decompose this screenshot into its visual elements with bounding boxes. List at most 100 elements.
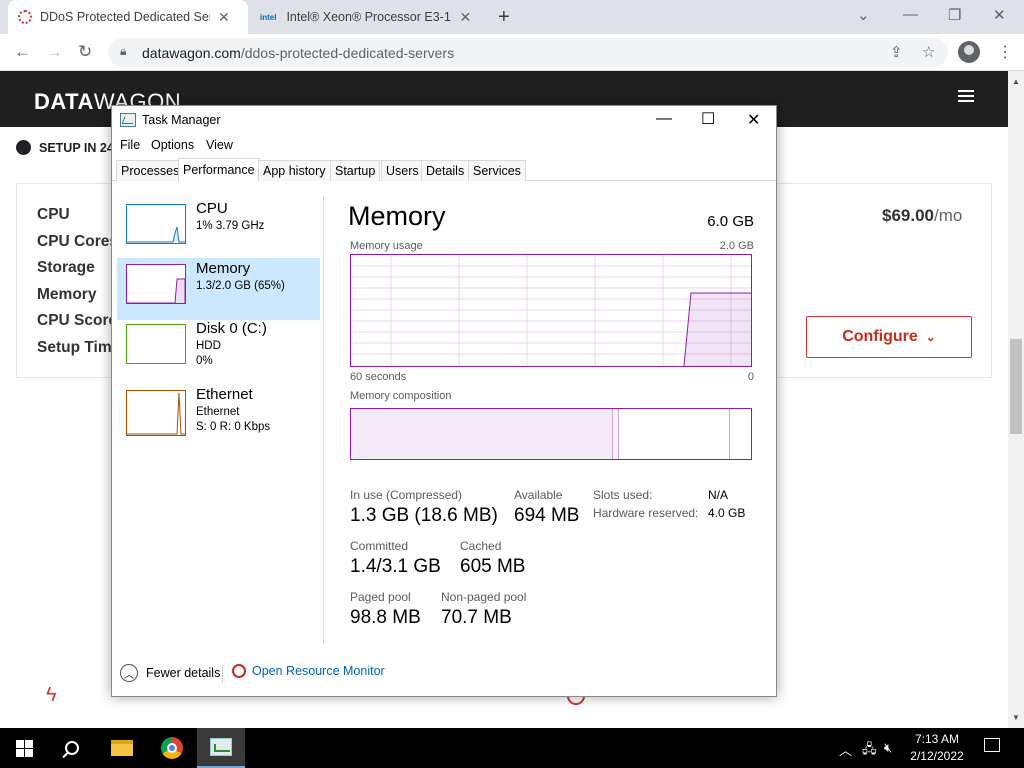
- network-icon[interactable]: 🖧: [862, 740, 877, 762]
- scrollbar-thumb[interactable]: [1010, 339, 1022, 434]
- panel-title: Memory: [348, 201, 446, 231]
- hamburger-menu-icon[interactable]: [958, 90, 974, 102]
- usage-graph-label: Memory usage: [350, 240, 423, 252]
- maximize-icon[interactable]: ☐: [701, 109, 715, 129]
- clock-icon: [16, 140, 31, 155]
- stat-committed: Committed 1.4/3.1 GB: [350, 539, 441, 577]
- configure-button[interactable]: Configure ⌄: [806, 316, 972, 358]
- resource-cpu[interactable]: CPU 1% 3.79 GHz: [117, 198, 320, 260]
- address-bar[interactable]: 🔒︎ datawagon.com/ddos-protected-dedicate…: [108, 38, 948, 67]
- file-explorer-button[interactable]: [98, 728, 146, 768]
- resource-name: Disk 0 (C:): [196, 320, 267, 337]
- address-toolbar: ← → ↻ 🔒︎ datawagon.com/ddos-protected-de…: [0, 34, 1024, 71]
- cpu-mini-graph-line: [127, 226, 185, 243]
- scroll-down-arrow-icon[interactable]: ▼: [1012, 713, 1020, 722]
- chevron-up-icon: ︿: [120, 664, 138, 682]
- close-window-button[interactable]: ✕: [993, 6, 1006, 24]
- scroll-up-arrow-icon[interactable]: ▲: [1012, 77, 1020, 86]
- resource-detail: HDD: [196, 340, 221, 352]
- show-hidden-icons-chevron-icon[interactable]: ︿: [839, 740, 852, 759]
- tab-search-button[interactable]: ⌄: [857, 6, 870, 24]
- tab-users[interactable]: Users: [381, 160, 424, 181]
- system-clock[interactable]: 7:13 AM 2/12/2022: [904, 731, 970, 765]
- stat-cached: Cached 605 MB: [460, 539, 526, 577]
- windows-taskbar: ︿ 🖧 🔇︎ 7:13 AM 2/12/2022: [0, 728, 1024, 768]
- forward-arrow-icon[interactable]: →: [46, 42, 63, 62]
- browser-tab-datawagon[interactable]: DDoS Protected Dedicated Serve ✕: [8, 0, 248, 34]
- spec-list: CPU CPU Cores Storage Memory CPU Score S…: [37, 206, 120, 366]
- usage-graph-max: 2.0 GB: [719, 240, 754, 252]
- clock-date: 2/12/2022: [910, 749, 964, 763]
- resource-detail: 1.3/2.0 GB (65%): [196, 280, 285, 292]
- tab-startup[interactable]: Startup: [330, 160, 381, 181]
- resource-name: Memory: [196, 260, 251, 277]
- memory-mini-graph-line: [127, 278, 186, 304]
- spec-label: CPU Score: [37, 312, 118, 330]
- time-axis-left: 60 seconds: [350, 371, 407, 383]
- datawagon-favicon-icon: [18, 10, 32, 24]
- restore-window-button[interactable]: ❐: [948, 6, 961, 24]
- tab-details[interactable]: Details: [421, 160, 470, 181]
- spec-label: CPU Cores: [37, 232, 118, 250]
- menu-view[interactable]: View: [206, 138, 233, 152]
- tab-title: Intel® Xeon® Processor E3-127(: [286, 10, 452, 24]
- close-icon[interactable]: ✕: [747, 110, 760, 130]
- share-icon[interactable]: ⇪: [890, 43, 903, 61]
- ethernet-mini-graph: [126, 390, 186, 436]
- menu-options[interactable]: Options: [151, 138, 194, 152]
- reload-icon[interactable]: ↻: [78, 42, 92, 62]
- bookmark-star-icon[interactable]: ☆: [922, 43, 935, 61]
- memory-usage-graph: [350, 254, 752, 367]
- task-manager-footer: ︿ Fewer details Open Resource Monitor: [112, 661, 776, 693]
- chrome-icon: [161, 737, 183, 759]
- minimize-icon[interactable]: —: [656, 110, 672, 128]
- task-manager-icon: [210, 738, 232, 756]
- volume-muted-icon[interactable]: 🔇︎: [884, 740, 892, 756]
- browser-tab-strip: DDoS Protected Dedicated Serve ✕ intel I…: [0, 0, 1024, 34]
- memory-detail-panel: Memory 6.0 GB Memory usage 2.0 GB 60 sec…: [348, 196, 754, 644]
- chrome-menu-icon[interactable]: ⋮: [997, 42, 1013, 62]
- modified-segment: [613, 409, 619, 459]
- close-tab-icon[interactable]: ✕: [459, 9, 471, 26]
- notification-center-icon[interactable]: [984, 738, 1000, 752]
- open-resource-monitor-link[interactable]: Open Resource Monitor: [232, 664, 385, 678]
- resource-detail: 0%: [196, 355, 213, 367]
- resource-detail: 1% 3.79 GHz: [196, 220, 265, 232]
- resource-ethernet[interactable]: Ethernet Ethernet S: 0 R: 0 Kbps: [117, 384, 320, 446]
- tab-services[interactable]: Services: [468, 160, 526, 181]
- url-text: datawagon.com/ddos-protected-dedicated-s…: [142, 45, 455, 61]
- resource-disk[interactable]: Disk 0 (C:) HDD 0%: [117, 318, 320, 380]
- tab-processes[interactable]: Processes: [116, 160, 185, 181]
- close-tab-icon[interactable]: ✕: [218, 9, 230, 26]
- fewer-details-button[interactable]: ︿ Fewer details: [120, 664, 220, 682]
- task-manager-taskbar-button[interactable]: [197, 728, 245, 768]
- new-tab-button[interactable]: +: [498, 6, 510, 29]
- memory-total: 6.0 GB: [707, 213, 754, 230]
- browser-tab-intel[interactable]: intel Intel® Xeon® Processor E3-127( ✕: [250, 0, 490, 34]
- tab-app-history[interactable]: App history: [258, 160, 331, 181]
- resource-list: CPU 1% 3.79 GHz Memory 1.3/2.0 GB (65%) …: [112, 196, 324, 644]
- stat-in-use: In use (Compressed) 1.3 GB (18.6 MB): [350, 488, 498, 526]
- minimize-window-button[interactable]: —: [903, 6, 918, 23]
- page-scrollbar[interactable]: ▲ ▼: [1008, 71, 1024, 728]
- memory-usage-chart: [351, 255, 751, 366]
- stat-non-paged-pool: Non-paged pool 70.7 MB: [441, 590, 527, 628]
- search-button[interactable]: [48, 728, 96, 768]
- windows-start-icon[interactable]: [16, 740, 33, 757]
- back-arrow-icon[interactable]: ←: [14, 42, 31, 62]
- disk-mini-graph: [126, 324, 186, 364]
- hardware-reserved-row: Hardware reserved: 4.0 GB: [593, 506, 746, 520]
- resource-memory[interactable]: Memory 1.3/2.0 GB (65%): [117, 258, 320, 320]
- composition-label: Memory composition: [350, 390, 452, 402]
- tab-title: DDoS Protected Dedicated Serve: [40, 10, 210, 24]
- menu-file[interactable]: File: [120, 138, 140, 152]
- task-manager-titlebar[interactable]: Task Manager — ☐ ✕: [112, 106, 776, 135]
- memory-composition-bar: [350, 408, 752, 460]
- in-use-segment: [351, 409, 613, 459]
- profile-avatar-icon[interactable]: [958, 41, 980, 63]
- chrome-taskbar-button[interactable]: [148, 728, 196, 768]
- tab-performance[interactable]: Performance: [178, 158, 260, 182]
- lock-icon[interactable]: 🔒︎: [120, 44, 126, 59]
- window-title: Task Manager: [142, 113, 221, 127]
- lightning-bolt-icon[interactable]: ϟ: [46, 684, 57, 707]
